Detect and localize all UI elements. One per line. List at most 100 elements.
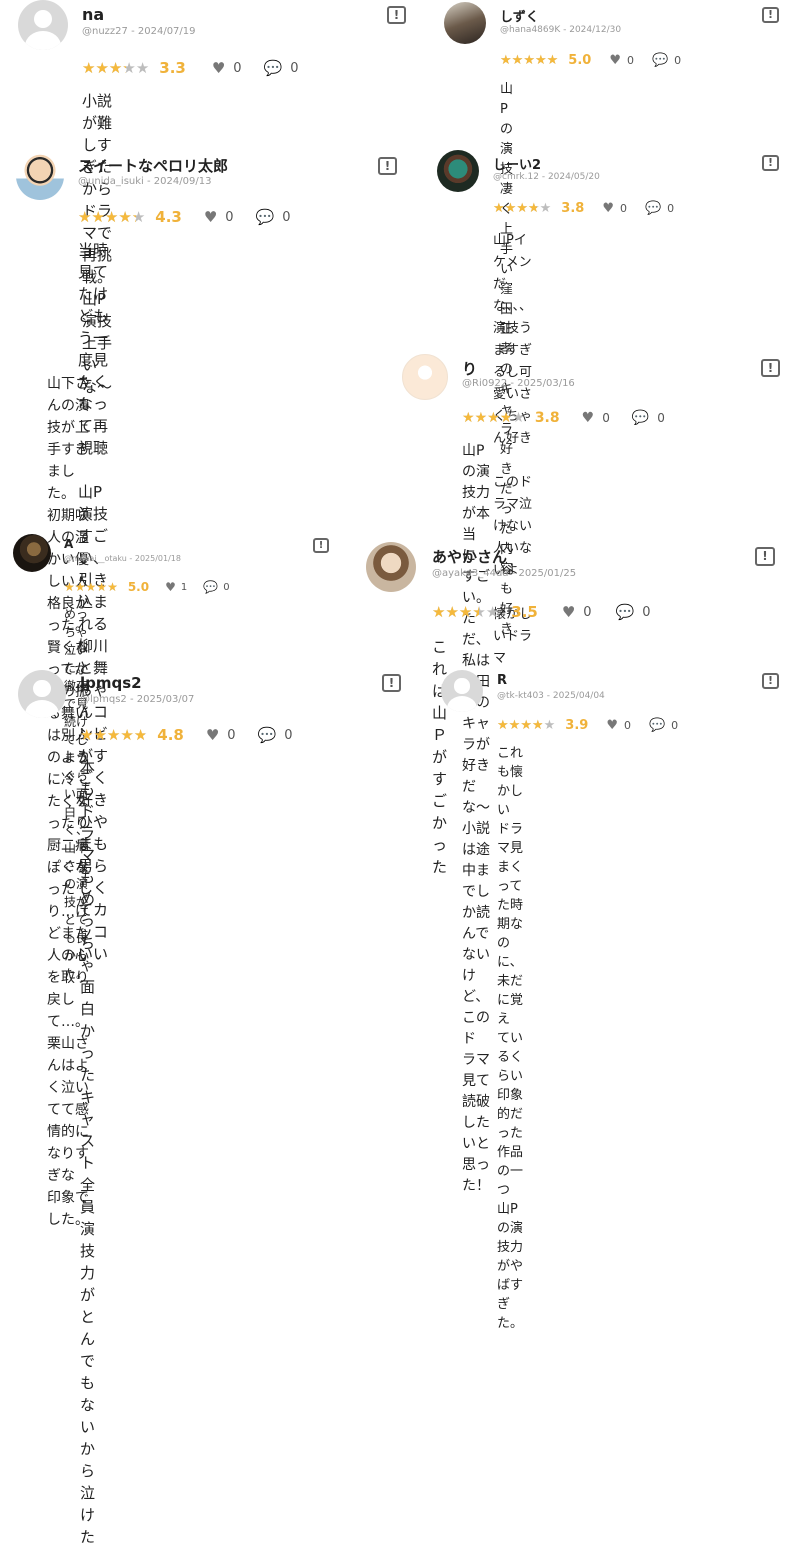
avatar[interactable] xyxy=(18,670,66,718)
star-fill: ★ xyxy=(91,208,105,226)
like-count: 0 xyxy=(583,604,592,620)
star-fill: ★ xyxy=(527,201,538,216)
comment-count: 0 xyxy=(674,54,682,67)
report-icon[interactable]: ! xyxy=(755,547,775,566)
star-icon: ★★ xyxy=(432,603,446,621)
like-button[interactable]: ♥ 0 xyxy=(602,201,627,216)
comment-button[interactable]: 💬 0 xyxy=(645,201,674,216)
star-icon: ★★ xyxy=(546,53,559,68)
like-button[interactable]: ♥ 0 xyxy=(562,603,592,621)
user-name[interactable]: na xyxy=(82,5,104,24)
report-icon[interactable]: ! xyxy=(313,538,329,553)
like-count: 0 xyxy=(623,719,631,732)
star-icon: ★★ xyxy=(462,410,475,426)
star-fill: ★ xyxy=(93,726,107,744)
comment-button[interactable]: 💬 0 xyxy=(264,59,299,77)
user-name[interactable]: スイートなペロリ太郎 xyxy=(78,155,228,176)
avatar[interactable] xyxy=(18,0,68,50)
comment-icon: 💬 xyxy=(651,53,669,68)
like-button[interactable]: ♥ 0 xyxy=(212,59,242,77)
user-name[interactable]: R xyxy=(497,673,507,688)
avatar[interactable] xyxy=(444,2,486,44)
user-name[interactable]: しずく xyxy=(500,6,539,25)
star-fill: ★ xyxy=(487,410,500,426)
rating-row: ★★★★★★★★★★ 3.3 ♥0 💬0 xyxy=(82,59,299,77)
like-button[interactable]: ♥ 0 xyxy=(204,208,234,226)
star-fill: ★ xyxy=(432,603,446,621)
like-button[interactable]: ♥ 0 xyxy=(206,726,236,744)
avatar[interactable] xyxy=(402,354,448,400)
user-name[interactable]: A xyxy=(64,537,73,551)
review-text[interactable]: これは山Ｐがすごかった xyxy=(432,636,447,878)
user-handle: @ayaka3_44da xyxy=(432,568,509,579)
avatar[interactable] xyxy=(441,670,483,712)
star-fill: ★ xyxy=(472,603,479,621)
report-icon[interactable]: ! xyxy=(762,155,779,171)
star-fill: ★ xyxy=(445,603,459,621)
star-fill: ★ xyxy=(462,410,475,426)
rating-score: 4.8 xyxy=(157,726,184,744)
star-icon: ★★ xyxy=(511,53,524,68)
avatar[interactable] xyxy=(437,150,479,192)
like-button[interactable]: ♥ 0 xyxy=(606,718,631,733)
user-name[interactable]: り xyxy=(462,358,477,379)
avatar[interactable] xyxy=(13,534,51,572)
review-date: 2025/01/25 xyxy=(518,568,577,579)
report-icon[interactable]: ! xyxy=(761,359,780,377)
star-icon: ★★ xyxy=(91,208,105,226)
comment-button[interactable]: 💬 0 xyxy=(256,208,291,226)
like-button[interactable]: ♥ 1 xyxy=(165,580,187,594)
user-meta: @mukai__otaku - 2025/01/18 xyxy=(64,554,181,563)
user-meta: @ayaka3_44da - 2025/01/25 xyxy=(432,568,577,579)
comment-count: 0 xyxy=(290,60,299,76)
comment-icon: 💬 xyxy=(644,201,662,216)
star-fill: ★ xyxy=(546,53,559,68)
comment-count: 0 xyxy=(671,719,679,732)
star-fill: ★ xyxy=(78,208,92,226)
report-icon[interactable]: ! xyxy=(382,674,401,692)
star-icon: ★★ xyxy=(82,59,96,77)
star-icon: ★★ xyxy=(445,603,459,621)
comment-button[interactable]: 💬 0 xyxy=(652,53,681,68)
comment-button[interactable]: 💬 0 xyxy=(616,603,651,621)
like-button[interactable]: ♥ 0 xyxy=(609,53,634,68)
user-name[interactable]: lpmqs2 xyxy=(80,674,142,692)
comment-button[interactable]: 💬 0 xyxy=(649,718,678,733)
star-icon: ★★ xyxy=(135,59,150,77)
review-text[interactable]: これも懐かしい ドラマ見まくってた時期なのに、未だに覚え ているくらい印象的だっ… xyxy=(497,744,523,1333)
user-name[interactable]: あやかさん xyxy=(432,546,507,567)
rating-row: ★★★★★★★★★★ 3.5 ♥0 💬0 xyxy=(432,603,651,621)
report-icon[interactable]: ! xyxy=(387,6,406,24)
star-icon: ★★ xyxy=(458,603,473,621)
avatar[interactable] xyxy=(16,152,64,200)
user-name[interactable]: しーい2 xyxy=(493,154,541,173)
comment-button[interactable]: 💬 0 xyxy=(258,726,293,744)
star-icon: ★★ xyxy=(85,580,97,594)
star-icon: ★★ xyxy=(106,726,121,744)
user-handle: @Ri0922 xyxy=(462,378,508,389)
review-date: 2025/01/18 xyxy=(134,554,181,563)
user-handle: @mukai__otaku xyxy=(64,554,127,563)
star-icon: ★★ xyxy=(520,718,532,733)
comment-button[interactable]: 💬 0 xyxy=(632,410,665,426)
star-icon: ★★ xyxy=(104,208,119,226)
review-text[interactable]: 本もドラマもめっちゃ面白かった キャスト全員演技力がとんでもないから泣け た xyxy=(80,756,95,1548)
comment-count: 0 xyxy=(282,209,291,225)
heart-icon: ♥ xyxy=(606,718,618,733)
like-button[interactable]: ♥ 0 xyxy=(582,410,610,426)
like-count: 0 xyxy=(225,209,234,225)
review-date: 2025/03/16 xyxy=(517,378,575,389)
star-icon: ★★ xyxy=(493,201,505,216)
avatar[interactable] xyxy=(366,542,416,592)
report-icon[interactable]: ! xyxy=(378,157,397,175)
star-rating: ★★★★★★★★★★ xyxy=(500,53,558,68)
comment-button[interactable]: 💬 0 xyxy=(203,580,229,594)
star-fill: ★ xyxy=(497,718,509,733)
report-icon[interactable]: ! xyxy=(762,7,779,23)
star-rating: ★★★★★★★★★★ xyxy=(432,603,499,621)
heart-icon: ♥ xyxy=(203,208,218,226)
star-fill: ★ xyxy=(104,208,119,226)
report-icon[interactable]: ! xyxy=(762,673,779,689)
star-icon: ★★ xyxy=(474,410,488,426)
user-handle: @unida_isuki xyxy=(78,176,144,187)
